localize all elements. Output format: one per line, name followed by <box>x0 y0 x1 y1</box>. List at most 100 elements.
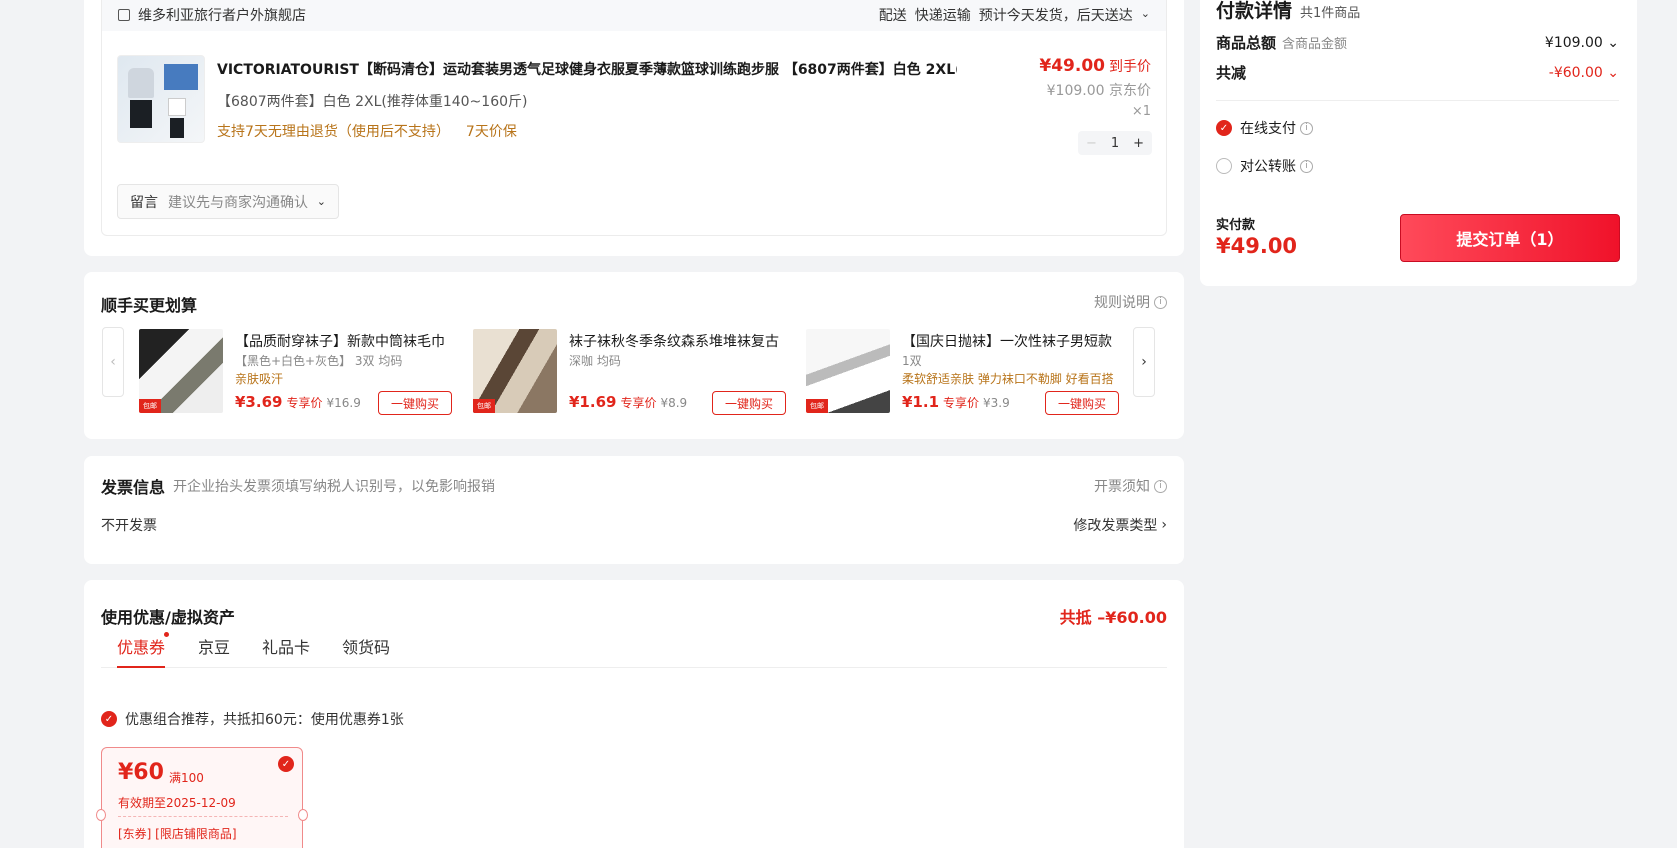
pay-value: ¥49.00 <box>1216 234 1298 258</box>
addon-price: ¥3.69 <box>235 393 283 411</box>
price-jd-label: 京东价 <box>1109 83 1151 99</box>
addon-image[interactable]: 包邮 <box>139 329 223 413</box>
pay-label: 实付款 <box>1216 218 1256 233</box>
delivery-method: 快递运输 <box>914 8 971 24</box>
delivery-label: 配送 <box>878 8 907 24</box>
method-transfer[interactable]: 对公转账 i <box>1216 156 1619 176</box>
coupon-recommend[interactable]: ✓ 优惠组合推荐，共抵扣60元：使用优惠券1张 <box>101 709 404 729</box>
addon-next-button[interactable]: › <box>1133 327 1155 397</box>
addon-item: 包邮 【品质耐穿袜子】新款中筒袜毛巾 【黑色+白色+灰色】 3双 均码 亲肤吸汗… <box>139 329 469 415</box>
check-icon: ✓ <box>278 756 294 772</box>
payment-header: 付款详情 共1件商品 <box>1216 0 1360 23</box>
addon-feature: 柔软舒适亲肤 弹力袜口不勒脚 好看百搭 <box>902 372 1114 386</box>
addon-price-label: 专享价 <box>620 396 657 410</box>
info-icon: i <box>1154 295 1167 309</box>
coupon-total: 共抵 –¥60.00 <box>1059 608 1167 627</box>
delivery-info[interactable]: 配送 快递运输 预计今天发货，后天送达 ⌄ <box>879 5 1150 25</box>
tab-gift-card-label: 礼品卡 <box>262 638 311 657</box>
addon-prev-button[interactable]: ‹ <box>102 327 124 397</box>
memo-label: 留言 <box>130 194 158 211</box>
chevron-down-icon: ⌄ <box>1607 64 1619 81</box>
check-icon: ✓ <box>101 711 117 727</box>
chevron-down-icon[interactable]: ⌄ <box>1141 5 1150 25</box>
method-transfer-label: 对公转账 <box>1240 159 1296 175</box>
product-image[interactable] <box>117 55 205 143</box>
delivery-time: 预计今天发货，后天送达 <box>978 8 1133 24</box>
tab-gift-card[interactable]: 礼品卡 <box>262 634 310 668</box>
addon-spec: 【黑色+白色+灰色】 3双 均码 <box>235 354 403 368</box>
addon-price-label: 专享价 <box>286 396 323 410</box>
buy-now-button[interactable]: 一键购买 <box>712 391 786 415</box>
invoice-notice-label: 开票须知 <box>1094 479 1150 495</box>
coupon-recommend-text: 优惠组合推荐，共抵扣60元：使用优惠券1张 <box>125 712 404 728</box>
addon-item: 包邮 袜子袜秋冬季条纹森系堆堆袜复古 深咖 均码 ¥1.69 专享价 ¥8.9 一键… <box>473 329 803 415</box>
discount-value: -¥60.00 <box>1548 64 1603 81</box>
chevron-left-icon: ‹ <box>110 354 116 370</box>
method-online[interactable]: ✓ 在线支付 i <box>1216 118 1619 138</box>
quantity-value[interactable]: 1 <box>1111 136 1119 151</box>
free-shipping-tag: 包邮 <box>473 399 495 413</box>
submit-order-button[interactable]: 提交订单（1） <box>1400 214 1620 262</box>
payment-title: 付款详情 <box>1216 0 1293 22</box>
total-sub: 含商品金额 <box>1282 37 1348 52</box>
memo-dropdown[interactable]: 留言 建议先与商家沟通确认 ⌄ <box>117 184 339 219</box>
addon-orig-price: ¥3.9 <box>983 396 1010 410</box>
addon-spec: 深咖 均码 <box>569 354 621 368</box>
price-now: ¥49.00 <box>1039 56 1105 76</box>
method-online-label: 在线支付 <box>1240 121 1296 137</box>
tab-jd-beans-label: 京豆 <box>198 638 231 657</box>
divider <box>1216 100 1619 101</box>
chevron-down-icon: ⌄ <box>316 195 326 208</box>
product-title[interactable]: VICTORIATOURIST【断码清仓】运动套装男透气足球健身衣服夏季薄款篮球… <box>217 59 957 79</box>
addon-name[interactable]: 【国庆日抛袜】一次性袜子男短款 <box>902 331 1112 351</box>
total-label: 商品总额 <box>1216 34 1277 52</box>
asset-tabs: 优惠券 京豆 礼品卡 领货码 <box>101 632 1167 668</box>
notification-dot <box>164 632 170 637</box>
invoice-card: 发票信息 开企业抬头发票须填写纳税人识别号，以免影响报销 开票须知 i 不开发票… <box>84 456 1184 564</box>
addon-price: ¥1.1 <box>902 393 940 411</box>
product-spec: 【6807两件套】白色 2XL(推荐体重140~160斤) <box>217 94 528 110</box>
addon-image[interactable]: 包邮 <box>473 329 557 413</box>
coupon-condition: 满100 <box>169 771 204 785</box>
price-jd: ¥109.00 <box>1046 83 1105 99</box>
addon-spec: 1双 <box>902 354 922 368</box>
increase-button[interactable]: + <box>1133 136 1144 151</box>
tab-coupon-label: 优惠券 <box>117 638 166 657</box>
discount-value-toggle[interactable]: -¥60.00 ⌄ <box>1549 65 1619 81</box>
addon-price: ¥1.69 <box>569 393 617 411</box>
free-shipping-tag: 包邮 <box>806 399 828 413</box>
total-value-toggle[interactable]: ¥109.00 ⌄ <box>1545 35 1619 51</box>
addon-rules-link[interactable]: 规则说明 i <box>1094 292 1167 312</box>
invoice-notice-link[interactable]: 开票须知 i <box>1094 476 1167 496</box>
check-icon: ✓ <box>1216 120 1232 136</box>
info-icon: i <box>1300 121 1313 135</box>
addon-price-label: 专享价 <box>943 396 980 410</box>
chevron-right-icon: › <box>1161 517 1167 533</box>
ticket-notch <box>298 809 308 821</box>
ticket-notch <box>96 809 106 821</box>
store-name[interactable]: 维多利亚旅行者户外旗舰店 <box>138 5 306 25</box>
radio-button[interactable] <box>1216 158 1232 174</box>
coupon-title: 使用优惠/虚拟资产 <box>101 608 235 627</box>
coupon-divider <box>118 816 288 817</box>
invoice-hint: 开企业抬头发票须填写纳税人识别号，以免影响报销 <box>173 479 495 495</box>
buy-now-button[interactable]: 一键购买 <box>1045 391 1119 415</box>
return-policy: 支持7天无理由退货（使用后不支持） <box>217 124 450 140</box>
free-shipping-tag: 包邮 <box>139 399 161 413</box>
buy-now-button[interactable]: 一键购买 <box>378 391 452 415</box>
tab-pickup-code-label: 领货码 <box>342 638 391 657</box>
decrease-button[interactable]: − <box>1086 136 1097 151</box>
coupon-card: 使用优惠/虚拟资产 共抵 –¥60.00 优惠券 京豆 礼品卡 领货码 ✓ 优惠… <box>84 580 1184 848</box>
addon-name[interactable]: 袜子袜秋冬季条纹森系堆堆袜复古 <box>569 331 779 351</box>
tab-pickup-code[interactable]: 领货码 <box>342 634 390 668</box>
coupon-ticket[interactable]: ¥60 满100 有效期至2025-12-09 [东券] [限店铺限商品] ✓ <box>96 747 308 848</box>
addon-item: 包邮 【国庆日抛袜】一次性袜子男短款 1双 柔软舒适亲肤 弹力袜口不勒脚 好看百… <box>806 329 1136 415</box>
coupon-scope: [东券] [限店铺限商品] <box>118 827 237 841</box>
tab-coupon[interactable]: 优惠券 <box>117 632 170 668</box>
addon-feature: 亲肤吸汗 <box>235 372 284 386</box>
addon-image[interactable]: 包邮 <box>806 329 890 413</box>
price-block: ¥49.00 到手价 ¥109.00 京东价 ×1 <box>1039 56 1151 119</box>
addon-name[interactable]: 【品质耐穿袜子】新款中筒袜毛巾 <box>235 331 445 351</box>
change-invoice-link[interactable]: 修改发票类型 › <box>1073 515 1167 535</box>
tab-jd-beans[interactable]: 京豆 <box>198 634 230 668</box>
